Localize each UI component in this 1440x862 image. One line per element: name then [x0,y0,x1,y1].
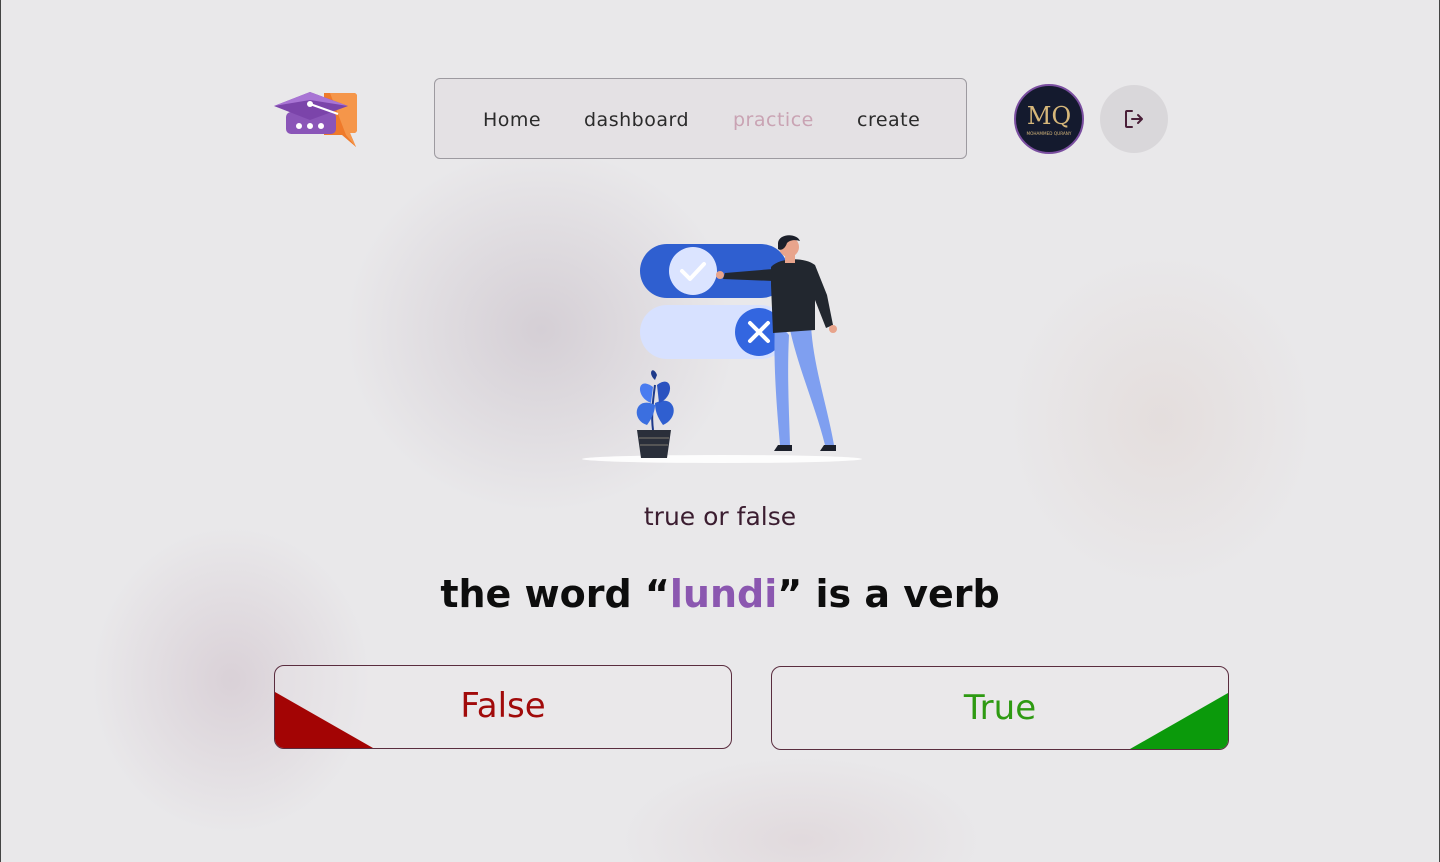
true-button[interactable]: True [771,666,1229,750]
false-button-label: False [460,686,546,726]
false-button[interactable]: False [274,665,732,749]
graduation-cap-chat-icon [274,92,357,147]
main-nav: Home dashboard practice create [434,78,967,159]
question-prefix: the word “ [440,572,670,616]
question-word: lundi [669,572,778,616]
logout-icon [1125,110,1143,128]
app-logo[interactable] [272,90,362,150]
quiz-type-label: true or false [643,502,797,531]
question-text: the word “lundi” is a verb [0,572,1440,616]
avatar-name: MOHAMMED QURANY [1026,131,1071,136]
nav-item-create[interactable]: create [857,109,920,131]
nav-item-practice[interactable]: practice [733,109,814,131]
check-icon [669,247,717,295]
avatar-initials: MQ [1027,102,1071,130]
true-button-label: True [963,688,1037,728]
avatar[interactable]: MQ MOHAMMED QURANY [1014,84,1084,154]
nav-item-dashboard[interactable]: dashboard [584,109,689,131]
true-false-illustration [575,225,870,470]
nav-item-home[interactable]: Home [483,109,541,131]
question-suffix: ” is a verb [777,572,1000,616]
avatar-image: MQ MOHAMMED QURANY [1026,102,1071,136]
logout-button[interactable] [1100,85,1168,153]
